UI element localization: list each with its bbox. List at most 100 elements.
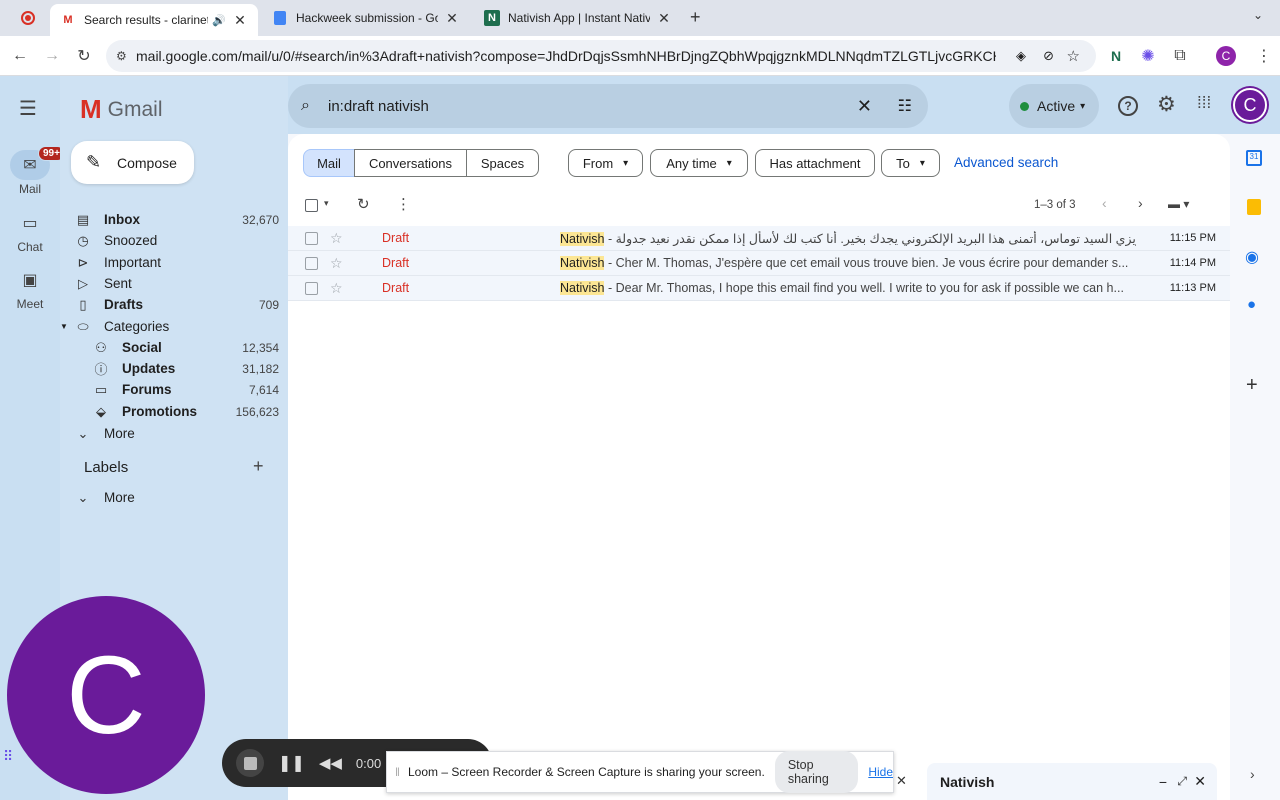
more-options-icon[interactable]: ⋮ — [396, 195, 411, 213]
camera-off-icon[interactable]: ⊘ — [1043, 48, 1054, 64]
new-tab-icon[interactable]: + — [690, 7, 701, 28]
gmail-logo[interactable]: M Gmail — [80, 94, 163, 125]
row-checkbox[interactable] — [305, 231, 318, 245]
input-tools-icon[interactable]: ▬ ▾ — [1168, 197, 1189, 211]
keep-icon[interactable] — [1247, 199, 1261, 215]
account-avatar[interactable]: C — [1233, 88, 1267, 122]
sidebar-item-promotions[interactable]: ⬙ Promotions 156,623 — [92, 401, 279, 422]
sidebar-item-snoozed[interactable]: ◷ Snoozed — [74, 230, 279, 251]
star-icon[interactable]: ☆ — [330, 255, 343, 272]
expand-icon[interactable]: ⤢ — [1177, 774, 1187, 789]
sidebar-item-more[interactable]: ⌄ More — [74, 423, 279, 444]
bookmark-star-icon[interactable]: ☆ — [1067, 47, 1080, 65]
star-icon[interactable]: ☆ — [330, 280, 343, 297]
sidebar-item-inbox[interactable]: ▤ Inbox 32,670 — [74, 209, 279, 230]
sidebar-item-drafts[interactable]: ▯ Drafts 709 — [74, 294, 279, 315]
lens-icon[interactable]: ◈ — [1016, 48, 1026, 64]
search-options-icon[interactable]: ☷ — [898, 96, 912, 116]
dropdown-arrow-icon: ▾ — [919, 157, 925, 169]
pause-icon[interactable]: ❚❚ — [278, 753, 305, 773]
next-page-icon[interactable]: › — [1138, 195, 1143, 211]
rail-meet[interactable]: ▣ Meet — [0, 265, 60, 311]
sidebar-item-important[interactable]: ⊳ Important — [74, 252, 279, 273]
to-filter[interactable]: To ▾ — [881, 149, 940, 177]
draft-icon: ▯ — [79, 296, 87, 312]
nativish-extension-icon[interactable]: N — [1104, 44, 1128, 68]
extensions-puzzle-icon[interactable]: ⧉ — [1168, 44, 1192, 68]
select-all-checkbox[interactable] — [305, 199, 318, 212]
filter-tab-spaces[interactable]: Spaces — [466, 149, 539, 177]
attachment-filter[interactable]: Has attachment — [755, 149, 875, 177]
reload-icon[interactable]: ↻ — [72, 44, 96, 68]
minimize-icon[interactable]: − — [1159, 774, 1167, 790]
calendar-icon[interactable]: 31 — [1246, 150, 1262, 166]
back-icon[interactable]: ← — [8, 44, 32, 68]
tab-close-icon[interactable]: ✕ — [232, 12, 248, 29]
status-chip[interactable]: Active ▾ — [1009, 84, 1099, 128]
rail-mail[interactable]: ✉ 99+ Mail — [0, 146, 65, 196]
labels-more[interactable]: ⌄ More — [74, 487, 279, 508]
help-icon[interactable]: ? — [1118, 96, 1138, 116]
from-filter[interactable]: From ▾ — [568, 149, 643, 177]
tab-close-icon[interactable]: ✕ — [656, 10, 672, 27]
sidebar-item-sent[interactable]: ▷ Sent — [74, 273, 279, 294]
select-dropdown-icon[interactable]: ▾ — [324, 198, 329, 209]
site-settings-icon[interactable]: ⚙ — [116, 49, 127, 63]
advanced-search-link[interactable]: Advanced search — [954, 155, 1058, 170]
rewind-icon[interactable]: ◀◀ — [319, 754, 342, 772]
compose-window-minimized[interactable]: Nativish − ⤢ ✕ — [927, 763, 1217, 800]
record-indicator-icon[interactable] — [21, 11, 35, 25]
contacts-icon[interactable]: ● — [1247, 296, 1256, 313]
time-filter[interactable]: Any time ▾ — [650, 149, 748, 177]
star-icon[interactable]: ☆ — [330, 230, 343, 247]
extension-flower-icon[interactable]: ✺ — [1136, 44, 1160, 68]
search-input[interactable]: in:draft nativish — [328, 98, 429, 115]
loom-drag-handle-icon[interactable]: ⠿ — [3, 748, 13, 765]
sidebar-item-forums[interactable]: ▭ Forums 7,614 — [92, 379, 279, 400]
table-row[interactable]: ☆ Draft Nativish - Cher M. Thomas, J'espèr… — [288, 251, 1230, 276]
search-bar[interactable]: ⌕ in:draft nativish ✕ ☷ — [288, 84, 928, 128]
address-bar[interactable]: ⚙ mail.google.com/mail/u/0/#search/in%3A… — [106, 40, 1096, 72]
filter-tab-conversations[interactable]: Conversations — [354, 149, 467, 177]
table-row[interactable]: ☆ Draft Nativish - عزيزي السيد توماس، أتمن… — [288, 226, 1230, 251]
filter-tab-mail[interactable]: Mail — [303, 149, 355, 177]
compose-label: Compose — [117, 154, 177, 171]
browser-menu-icon[interactable]: ⋮ — [1252, 44, 1276, 68]
refresh-icon[interactable]: ↻ — [357, 195, 370, 213]
close-icon[interactable]: ✕ — [1194, 773, 1206, 790]
settings-gear-icon[interactable]: ⚙ — [1157, 92, 1176, 117]
clear-search-icon[interactable]: ✕ — [857, 96, 872, 117]
sidebar-item-categories[interactable]: ▼ ⬭ Categories — [60, 316, 279, 337]
compose-button[interactable]: ✎ Compose — [71, 141, 194, 184]
nativish-icon: N — [484, 10, 500, 26]
sidebar-item-social[interactable]: ⚇ Social 12,354 — [92, 337, 279, 358]
minimized-compose-close-icon[interactable]: ✕ — [896, 773, 907, 789]
stop-sharing-button[interactable]: Stop sharing — [774, 751, 859, 793]
prev-page-icon[interactable]: ‹ — [1102, 195, 1107, 211]
row-snippet: Nativish - Dear Mr. Thomas, I hope this … — [560, 281, 1136, 295]
collapse-panel-icon[interactable]: › — [1250, 766, 1255, 782]
tab-hackweek[interactable]: Hackweek submission - Goog ✕ — [262, 4, 470, 32]
tab-close-icon[interactable]: ✕ — [444, 10, 460, 27]
tab-nativish[interactable]: N Nativish App | Instant Native- ✕ — [474, 4, 682, 32]
stop-recording-button[interactable] — [236, 749, 264, 777]
row-checkbox[interactable] — [305, 281, 318, 295]
add-addon-icon[interactable]: + — [1246, 374, 1258, 397]
sidebar-item-updates[interactable]: ⓘ Updates 31,182 — [92, 358, 279, 379]
tab-gmail[interactable]: M Search results - clarinette 🔊 ✕ — [50, 4, 258, 36]
tasks-icon[interactable]: ◉ — [1245, 247, 1259, 267]
tab-search-icon[interactable]: ⌄ — [1253, 8, 1263, 22]
forward-icon[interactable]: → — [40, 44, 64, 68]
drag-grip-icon[interactable]: ‖ — [395, 765, 400, 779]
apps-grid-icon[interactable]: ⁞⁞⁞ — [1197, 93, 1211, 113]
rail-chat[interactable]: ▭ Chat — [0, 208, 60, 254]
hide-link[interactable]: Hide — [868, 765, 893, 779]
attachment-filter-label: Has attachment — [769, 155, 861, 171]
profile-avatar[interactable]: C — [1216, 46, 1236, 66]
add-label-icon[interactable]: + — [253, 456, 264, 477]
loom-camera-bubble[interactable]: C — [7, 596, 205, 794]
sidebar-item-label: Forums — [122, 382, 172, 397]
table-row[interactable]: ☆ Draft Nativish - Dear Mr. Thomas, I hope… — [288, 276, 1230, 301]
row-checkbox[interactable] — [305, 256, 318, 270]
main-menu-icon[interactable]: ☰ — [19, 96, 37, 121]
